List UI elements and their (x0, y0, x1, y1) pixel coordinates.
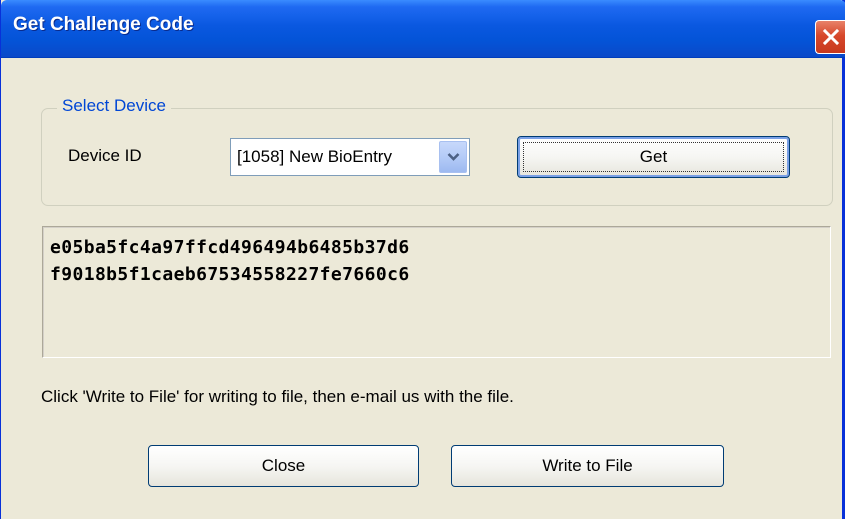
challenge-code-box[interactable]: e05ba5fc4a97ffcd496494b6485b37d6 f9018b5… (42, 226, 831, 358)
device-id-selected-value: [1058] New BioEntry (237, 147, 392, 166)
get-button-label: Get (639, 147, 668, 166)
instruction-text: Click 'Write to File' for writing to fil… (41, 387, 514, 406)
challenge-code-line-2: f9018b5f1caeb67534558227fe7660c6 (50, 264, 410, 285)
write-to-file-button[interactable]: Write to File (451, 445, 724, 487)
dropdown-toggle-button[interactable] (439, 141, 467, 173)
close-icon (822, 28, 840, 46)
get-button[interactable]: Get (517, 136, 790, 178)
close-button-label: Close (261, 456, 306, 475)
close-button[interactable]: Close (148, 445, 419, 487)
window-title: Get Challenge Code (13, 14, 194, 35)
write-to-file-button-label: Write to File (542, 456, 633, 475)
chevron-down-icon (447, 153, 460, 161)
window-close-button[interactable] (815, 20, 845, 54)
challenge-code-line-1: e05ba5fc4a97ffcd496494b6485b37d6 (50, 237, 410, 258)
select-device-legend: Select Device (57, 96, 171, 116)
title-bar[interactable]: Get Challenge Code (1, 0, 845, 58)
dialog-window: Get Challenge Code Select Device Device … (0, 0, 845, 519)
device-id-label: Device ID (68, 146, 142, 165)
device-id-dropdown[interactable]: [1058] New BioEntry (230, 138, 470, 176)
